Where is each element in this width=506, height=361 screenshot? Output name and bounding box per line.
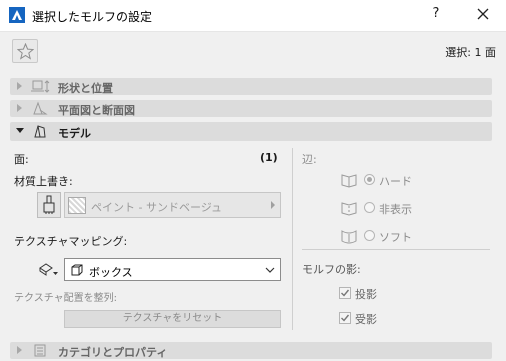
section-label: 平面図と断面図 — [58, 104, 135, 117]
shadows-label: モルフの影: — [302, 263, 361, 276]
section-plan-section[interactable]: 平面図と断面図 — [10, 100, 492, 117]
face-label: 面: — [14, 153, 29, 166]
box-icon — [71, 264, 83, 276]
close-icon[interactable] — [473, 4, 493, 24]
archicad-app-icon — [9, 7, 25, 23]
section-model[interactable]: モデル — [10, 122, 492, 141]
texture-mapping-label: テクスチャマッピング: — [14, 235, 128, 248]
edge-soft-label: ソフト — [379, 231, 412, 244]
reset-texture-button[interactable]: テクスチャをリセット — [64, 310, 281, 328]
material-swatch-icon — [68, 197, 86, 214]
texture-mapping-value: ボックス — [89, 266, 133, 279]
collapse-arrow-icon — [16, 128, 24, 133]
receive-shadow-checkbox[interactable] — [339, 312, 351, 324]
edge-hard-icon — [341, 174, 357, 188]
checkmark-icon — [341, 314, 350, 322]
section-category-properties[interactable]: カテゴリとプロパティ — [10, 342, 492, 359]
title-bar: 選択したモルフの設定 ? — [0, 0, 506, 32]
chevron-down-icon — [265, 267, 275, 273]
edge-soft-radio[interactable] — [364, 230, 375, 241]
material-value: ペイント - サンドベージュ — [91, 201, 222, 214]
section-label: 形状と位置 — [58, 82, 113, 95]
column-divider — [292, 148, 293, 330]
section-label: モデル — [58, 127, 91, 140]
edges-divider — [302, 249, 490, 250]
help-button[interactable]: ? — [428, 6, 444, 24]
material-override-label: 材質上書き: — [14, 175, 73, 188]
material-picker[interactable]: ペイント - サンドベージュ — [64, 192, 281, 218]
paint-brush-icon — [43, 195, 55, 214]
receive-shadow-label: 受影 — [355, 313, 377, 326]
cast-shadow-checkbox[interactable] — [339, 287, 351, 299]
expand-arrow-icon — [17, 104, 22, 112]
material-override-toggle[interactable] — [37, 192, 61, 218]
category-icon — [34, 344, 46, 357]
shape-position-icon — [31, 80, 50, 93]
texture-mapping-select[interactable]: ボックス — [64, 258, 281, 281]
cast-shadow-label: 投影 — [355, 288, 377, 301]
texture-align-label: テクスチャ配置を整列: — [14, 293, 117, 304]
chevron-right-icon — [271, 201, 275, 209]
edge-soft-icon — [341, 230, 357, 244]
edge-hidden-icon — [341, 202, 357, 216]
star-icon — [17, 43, 34, 60]
expand-arrow-icon — [17, 82, 22, 90]
selection-count: 選択: 1 面 — [445, 46, 496, 59]
edge-hard-radio[interactable] — [364, 174, 375, 185]
edge-hard-label: ハード — [379, 175, 412, 188]
favorites-button[interactable] — [12, 39, 38, 63]
checkmark-icon — [341, 289, 350, 297]
plan-section-icon — [33, 101, 48, 115]
section-label: カテゴリとプロパティ — [58, 346, 168, 359]
section-shape-position[interactable]: 形状と位置 — [10, 78, 492, 95]
texture-mapping-icon — [39, 263, 58, 276]
face-count: (1) — [260, 151, 278, 164]
edge-hidden-label: 非表示 — [379, 203, 412, 216]
window-title: 選択したモルフの設定 — [32, 10, 153, 24]
model-icon — [34, 125, 46, 138]
expand-arrow-icon — [17, 346, 22, 354]
edges-label: 辺: — [302, 153, 317, 166]
edge-hidden-radio[interactable] — [364, 202, 375, 213]
